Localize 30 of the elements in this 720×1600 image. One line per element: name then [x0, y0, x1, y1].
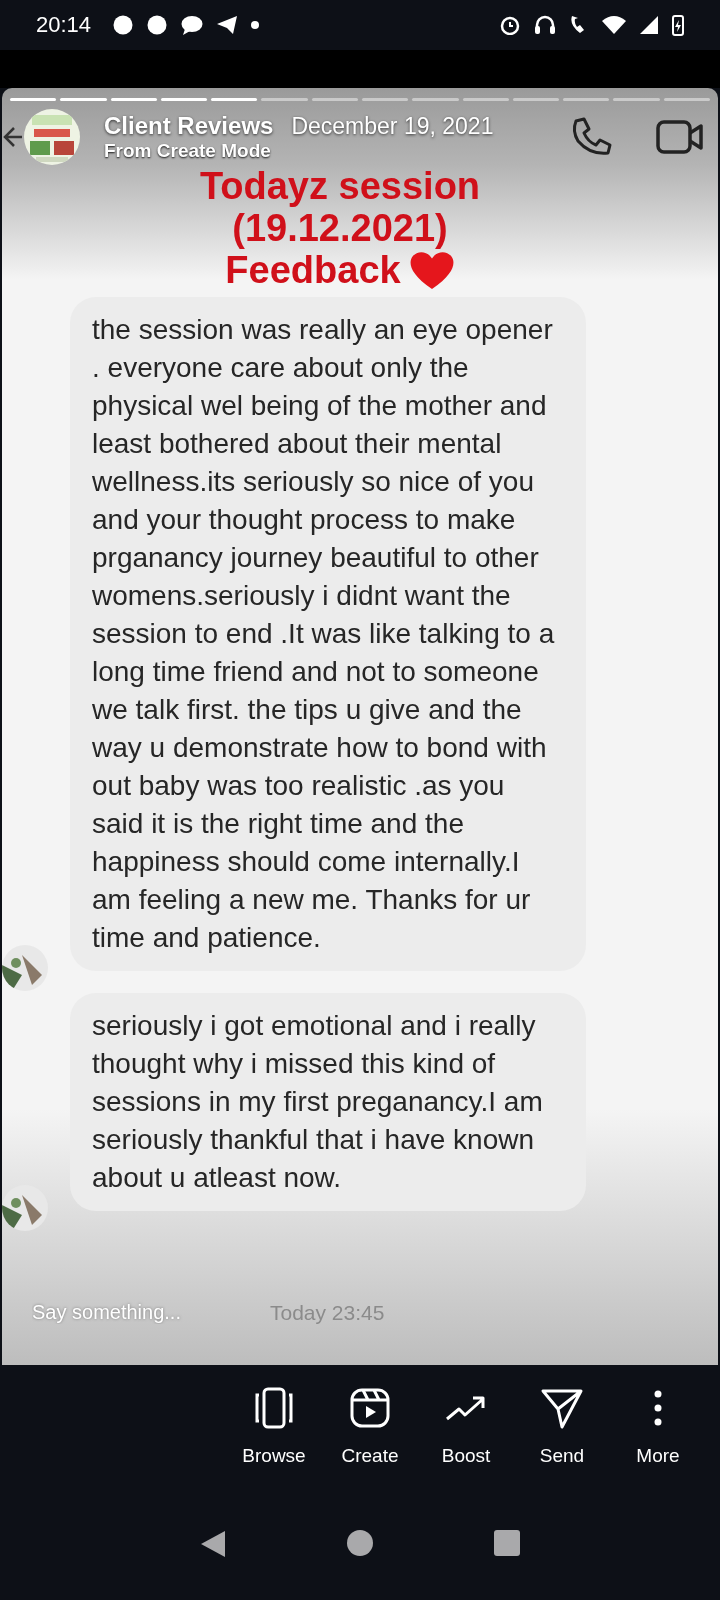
- battery-icon: [672, 14, 684, 36]
- signal-icon: [640, 16, 658, 34]
- message-timestamp: Today 23:45: [270, 1300, 385, 1325]
- wifi-icon: [602, 16, 626, 34]
- send-button[interactable]: Send: [514, 1385, 610, 1467]
- sticker-text: Todayz session: [199, 165, 481, 207]
- back-nav-icon[interactable]: [199, 1529, 228, 1559]
- chat-bubble-icon: [181, 15, 204, 35]
- message-bubble: seriously i got emotional and i really thought why i missed this kind of sessions in my first preganancy.I am seriously thankful that i have known about u atleast now.: [70, 993, 586, 1211]
- heart-icon: [408, 249, 455, 291]
- story-subtitle: From Create Mode: [104, 140, 272, 162]
- more-icon: [654, 1390, 662, 1426]
- alarm-clock-icon: [500, 15, 520, 35]
- paper-plane-icon: [217, 16, 238, 34]
- sticker-text: Feedback: [225, 249, 401, 291]
- message-input-field[interactable]: Say something...: [30, 1300, 234, 1325]
- recents-nav-icon[interactable]: [492, 1529, 521, 1557]
- account-name: Client Reviews: [104, 112, 274, 140]
- home-nav-icon[interactable]: [346, 1529, 374, 1557]
- dot-icon: [251, 21, 260, 29]
- status-time: 20:14: [36, 12, 92, 38]
- more-button[interactable]: More: [610, 1385, 706, 1467]
- browse-button[interactable]: Browse: [226, 1385, 322, 1467]
- create-button[interactable]: Create: [322, 1385, 418, 1467]
- headphones-icon: [534, 15, 556, 35]
- story-date: December 19, 2021: [291, 113, 494, 140]
- message-bubble: the session was really an eye opener . everyone care about only the physical wel being of the mother and least bothered about their mental wellness.its seriously so nice of you and your thought process to make prganancy journey beautiful to other womens.seriously i didnt want the session to end .It was like talking to a long time friend and not to someone we talk first. the tips u give and the way u demonstrate how to bond with out baby was too realistic .as you said it is the right time and the happiness should come internally.I am feeling a new me. Thanks for ur time and patience.: [70, 297, 586, 971]
- sticker-text: (19.12.2021): [232, 207, 448, 249]
- video-camera-icon[interactable]: [656, 119, 704, 155]
- boost-button[interactable]: Boost: [418, 1385, 514, 1467]
